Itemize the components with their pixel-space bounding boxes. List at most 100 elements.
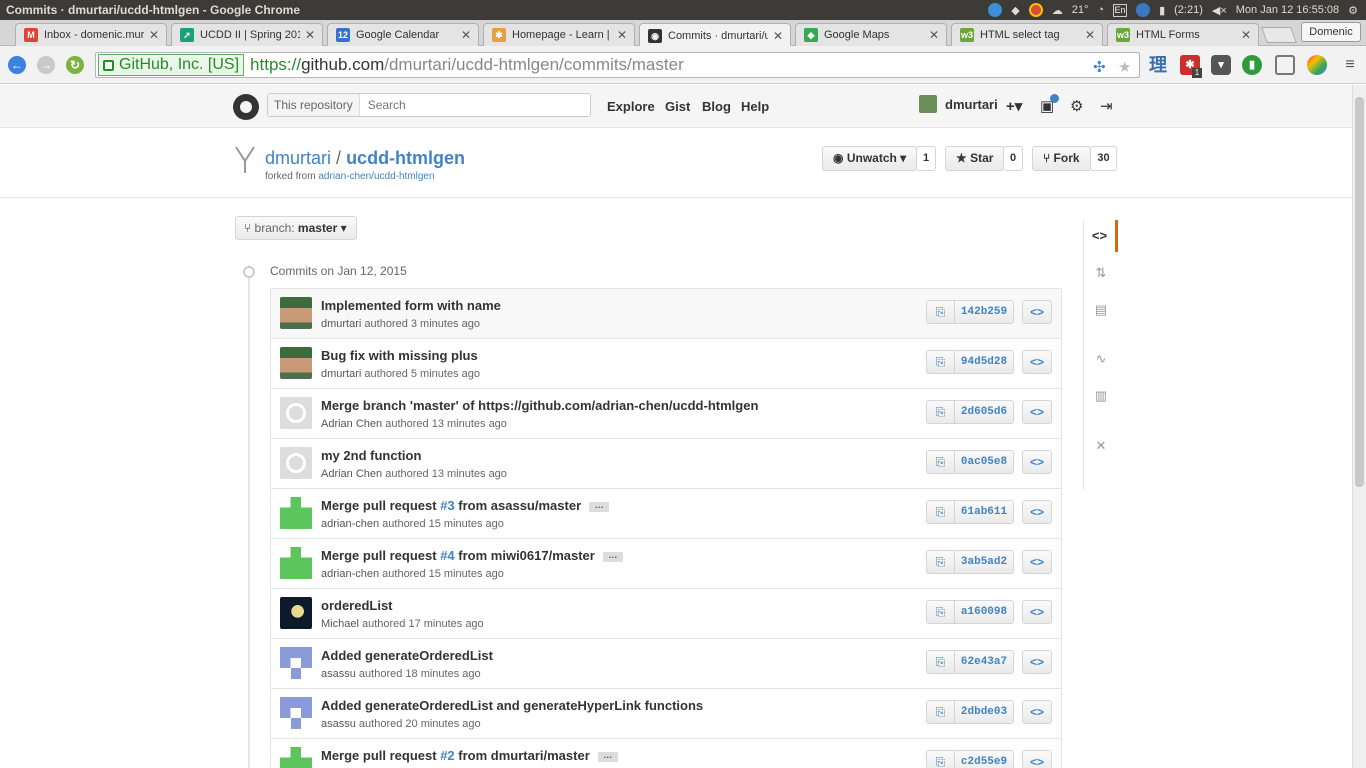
browse-code-icon[interactable]: <> [1022,300,1052,324]
commit-title[interactable]: my 2nd function [321,448,421,463]
graphs-icon[interactable]: ▥ [1084,380,1118,412]
commit-sha-button[interactable]: 61ab611 [954,500,1014,524]
commit-title[interactable]: Merge pull request [321,548,440,563]
menu-icon[interactable]: ≡ [1340,55,1360,75]
tab-ucdd[interactable]: ➚ UCDD II | Spring 2015 ✕ [171,23,323,46]
commit-message[interactable]: Merge pull request #4 from miwi0617/mast… [321,548,623,563]
commit-message[interactable]: Merge pull request #3 from asassu/master… [321,498,610,513]
commit-avatar[interactable] [280,397,312,429]
branch-selector[interactable]: ⑂ branch: master ▾ [235,216,357,240]
star-button[interactable]: ★ Star [945,146,1004,171]
commit-title[interactable]: Bug fix with missing plus [321,348,478,363]
tab-select[interactable]: w3 HTML select tag ✕ [951,23,1103,46]
copy-sha-icon[interactable]: ⎘ [926,300,954,324]
sign-out-icon[interactable]: ⇥ [1100,97,1113,115]
cast-icon[interactable] [1275,55,1295,75]
browse-code-icon[interactable]: <> [1022,700,1052,724]
bookmark-star-icon[interactable]: ★ [1118,58,1131,76]
commit-author[interactable]: asassu [321,668,356,680]
commit-avatar[interactable] [280,747,312,768]
nav-explore[interactable]: Explore [607,99,655,114]
tab-close-icon[interactable]: ✕ [304,28,316,42]
browse-code-icon[interactable]: <> [1022,750,1052,768]
browse-code-icon[interactable]: <> [1022,650,1052,674]
commit-avatar[interactable] [280,447,312,479]
commit-avatar[interactable] [280,297,312,329]
commit-sha-button[interactable]: 62e43a7 [954,650,1014,674]
forked-source-link[interactable]: adrian-chen/ucdd-htmlgen [318,171,434,182]
color-extension-icon[interactable] [1307,55,1327,75]
settings-tools-icon[interactable]: ✕ [1084,430,1118,462]
commit-message[interactable]: Merge branch 'master' of https://github.… [321,398,758,413]
pocket-extension-icon[interactable]: ▾ [1211,55,1231,75]
settings-gear-icon[interactable]: ⚙ [1070,97,1083,115]
bluetooth-icon[interactable] [1136,3,1151,17]
dropbox-icon[interactable]: ◆ [1011,4,1019,17]
search-input[interactable] [359,98,590,112]
commit-sha-button[interactable]: 142b259 [954,300,1014,324]
commit-author[interactable]: Adrian Chen [321,418,382,430]
pull-request-link[interactable]: #4 [440,548,454,563]
commit-sha-button[interactable]: a160098 [954,600,1014,624]
nav-help[interactable]: Help [741,99,769,114]
copy-sha-icon[interactable]: ⎘ [926,350,954,374]
chrome-icon[interactable] [1028,3,1043,17]
back-arrow-icon[interactable]: ← [8,56,26,74]
commit-title-suffix[interactable]: from dmurtari/master [455,748,589,763]
tab-udacity[interactable]: ✱ Homepage - Learn | Ud ✕ [483,23,635,46]
nav-gist[interactable]: Gist [665,99,690,114]
browse-code-icon[interactable]: <> [1022,500,1052,524]
tab-close-icon[interactable]: ✕ [1084,28,1096,42]
commit-title[interactable]: Implemented form with name [321,298,501,313]
battery-time[interactable]: (2:21) [1174,4,1203,16]
tab-close-icon[interactable]: ✕ [1240,28,1252,42]
expand-description-button[interactable]: … [589,500,610,512]
code-icon[interactable]: <> [1084,220,1118,252]
dictionary-extension-icon[interactable]: 理 [1148,55,1168,75]
search-box[interactable]: This repository [267,93,591,117]
commit-title[interactable]: Added generateOrderedList [321,648,493,663]
tab-commits[interactable]: ◉ Commits · dmurtari/ucd ✕ [639,23,791,47]
clock[interactable]: Mon Jan 12 16:55:08 [1236,4,1339,16]
commit-sha-button[interactable]: 0ac05e8 [954,450,1014,474]
browse-code-icon[interactable]: <> [1022,450,1052,474]
volume-icon[interactable]: ◀× [1212,4,1227,17]
copy-sha-icon[interactable]: ⎘ [926,450,954,474]
user-menu[interactable]: dmurtari [919,95,998,113]
settings-gear-icon[interactable]: ⚙ [1348,4,1358,17]
profile-button[interactable]: Domenic [1301,22,1361,42]
commit-author[interactable]: Adrian Chen [321,468,382,480]
commit-avatar[interactable] [280,647,312,679]
commit-author[interactable]: adrian-chen [321,568,379,580]
keyboard-layout[interactable]: En [1113,3,1128,17]
browse-code-icon[interactable]: <> [1022,600,1052,624]
battery-icon[interactable]: ▮ [1159,4,1165,17]
weather-icon[interactable]: ☁ [1052,4,1063,17]
weather-temp[interactable]: 21° [1072,4,1089,16]
unwatch-button[interactable]: ◉ Unwatch ▾ [822,146,917,171]
tab-close-icon[interactable]: ✕ [148,28,160,42]
commit-sha-button[interactable]: 2dbde03 [954,700,1014,724]
new-tab-button[interactable] [1261,27,1297,43]
forward-arrow-icon[interactable]: → [37,56,55,74]
commit-title-suffix[interactable]: from miwi0617/master [455,548,595,563]
tab-forms[interactable]: w3 HTML Forms ✕ [1107,23,1259,46]
repo-name-link[interactable]: ucdd-htmlgen [346,148,465,168]
tab-close-icon[interactable]: ✕ [616,28,628,42]
commit-message[interactable]: Added generateOrderedList and generateHy… [321,698,703,713]
commit-sha-button[interactable]: c2d55e9 [954,750,1014,768]
expand-description-button[interactable]: … [602,550,623,562]
commit-avatar[interactable] [280,497,312,529]
search-scope[interactable]: This repository [268,94,360,116]
wifi-icon[interactable]: ◔ [1097,4,1104,16]
browse-code-icon[interactable]: <> [1022,400,1052,424]
tab-close-icon[interactable]: ✕ [772,29,784,43]
reload-icon[interactable]: ↻ [66,56,84,74]
commit-avatar[interactable] [280,597,312,629]
translate-icon[interactable]: ✣ [1093,58,1106,76]
commit-title[interactable]: Merge pull request [321,748,440,763]
commit-message[interactable]: Added generateOrderedList [321,648,493,663]
commit-message[interactable]: my 2nd function [321,448,421,463]
commit-author[interactable]: dmurtari [321,368,361,380]
commit-author[interactable]: dmurtari [321,318,361,330]
